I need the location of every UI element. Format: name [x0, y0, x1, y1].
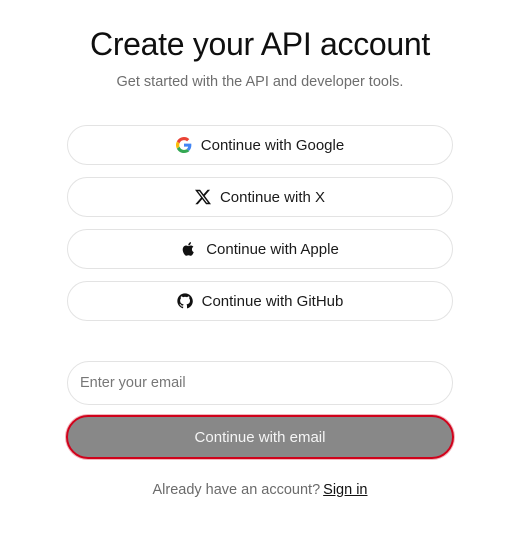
- google-button-label: Continue with Google: [200, 136, 345, 154]
- page-title: Create your API account: [90, 26, 430, 62]
- continue-with-github-button[interactable]: Continue with GitHub: [67, 281, 453, 321]
- continue-with-google-button[interactable]: Continue with Google: [67, 125, 453, 165]
- apple-button-label: Continue with Apple: [206, 240, 339, 258]
- page-subtitle: Get started with the API and developer t…: [116, 74, 404, 90]
- x-button-label: Continue with X: [219, 188, 326, 206]
- sign-in-link[interactable]: Sign in: [323, 482, 367, 498]
- email-input[interactable]: [67, 361, 453, 405]
- signin-prompt-text: Already have an account?: [152, 482, 321, 498]
- signin-prompt: Already have an account? Sign in: [0, 482, 520, 498]
- continue-with-email-button[interactable]: Continue with email: [66, 415, 454, 459]
- apple-icon: [181, 241, 197, 257]
- github-button-label: Continue with GitHub: [201, 292, 344, 310]
- continue-with-apple-button[interactable]: Continue with Apple: [67, 229, 453, 269]
- continue-with-x-button[interactable]: Continue with X: [67, 177, 453, 217]
- github-icon: [176, 293, 193, 309]
- google-icon: [175, 137, 192, 153]
- email-button-label: Continue with email: [194, 428, 326, 446]
- x-icon: [194, 189, 211, 205]
- signup-page: Create your API account Get started with…: [0, 0, 520, 550]
